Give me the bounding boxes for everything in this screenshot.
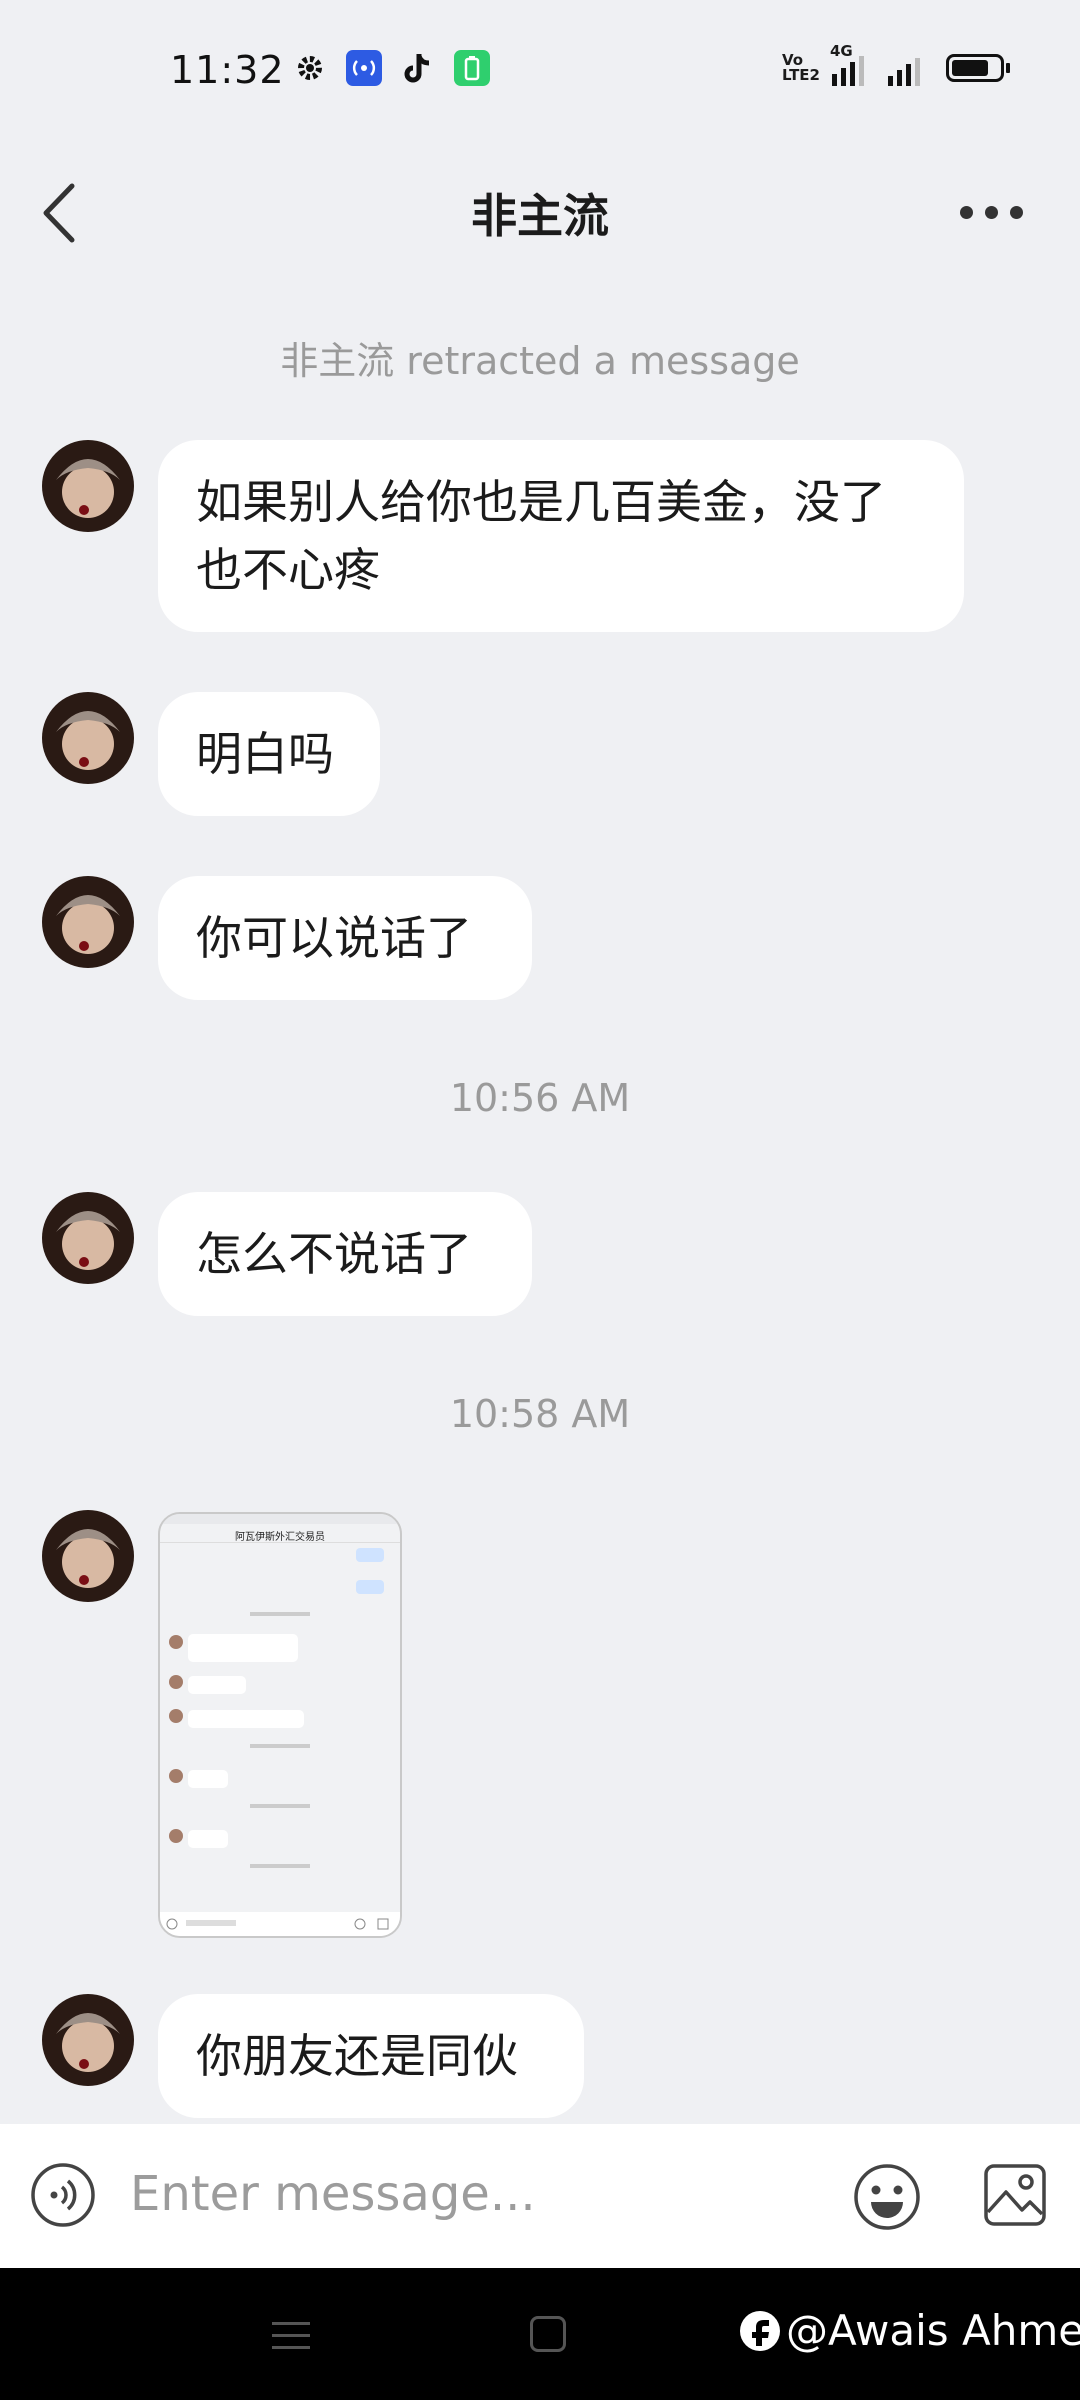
voice-icon xyxy=(31,2163,95,2227)
image-message[interactable]: 阿瓦伊斯外汇交易员 xyxy=(158,1512,402,1938)
more-options-button[interactable] xyxy=(960,200,1030,224)
avatar[interactable] xyxy=(42,1994,134,2086)
status-time: 11:32 xyxy=(170,48,285,92)
battery-icon xyxy=(946,54,1010,82)
chat-header: 非主流 xyxy=(0,140,1080,280)
screenshot-thumbnail-title: 阿瓦伊斯外汇交易员 xyxy=(235,1532,325,1543)
message-input-bar: Enter message... xyxy=(0,2124,1080,2268)
avatar[interactable] xyxy=(42,692,134,784)
more-dot xyxy=(960,205,973,219)
screenshot-thumbnail xyxy=(160,1514,400,1936)
menu-icon xyxy=(272,2322,310,2349)
avatar[interactable] xyxy=(42,440,134,532)
avatar[interactable] xyxy=(42,1192,134,1284)
hotspot-icon xyxy=(346,50,382,86)
watermark: @Awais Ahmed xyxy=(740,2306,1080,2355)
image-picker-button[interactable] xyxy=(982,2162,1048,2228)
signal-4g-icon: 4G xyxy=(830,42,864,86)
message-bubble[interactable]: 明白吗 xyxy=(158,692,380,816)
emoji-icon xyxy=(854,2164,920,2230)
message-bubble[interactable]: 怎么不说话了 xyxy=(158,1192,532,1316)
message-bubble[interactable]: 你朋友还是同伙 xyxy=(158,1994,584,2118)
tiktok-icon xyxy=(400,50,436,86)
message-input[interactable]: Enter message... xyxy=(130,2166,536,2222)
timestamp: 10:58 AM xyxy=(449,1392,631,1436)
message-bubble[interactable]: 你可以说话了 xyxy=(158,876,532,1000)
message-bubble[interactable]: 如果别人给你也是几百美金，没了也不心疼 xyxy=(158,440,964,632)
home-button[interactable] xyxy=(530,2316,566,2352)
emoji-button[interactable] xyxy=(852,2162,922,2232)
retracted-notice: 非主流 retracted a message xyxy=(280,339,800,383)
watermark-text: @Awais Ahmed xyxy=(786,2306,1080,2355)
avatar[interactable] xyxy=(42,1510,134,1602)
recents-button[interactable] xyxy=(272,2318,310,2354)
timestamp: 10:56 AM xyxy=(449,1076,631,1120)
more-dot xyxy=(1010,205,1023,219)
signal-icon xyxy=(888,50,920,86)
facebook-icon xyxy=(740,2310,780,2351)
battery-saver-icon xyxy=(454,50,490,86)
volte-icon: Vo LTE2 xyxy=(782,51,820,84)
image-icon xyxy=(984,2164,1046,2226)
chat-title: 非主流 xyxy=(471,189,609,243)
status-bar: 11:32 Vo LTE2 4G xyxy=(0,0,1080,140)
more-dot xyxy=(985,205,998,219)
system-nav-bar: @Awais Ahmed xyxy=(0,2268,1080,2400)
settings-icon xyxy=(292,50,328,86)
avatar[interactable] xyxy=(42,876,134,968)
voice-input-button[interactable] xyxy=(30,2162,96,2228)
